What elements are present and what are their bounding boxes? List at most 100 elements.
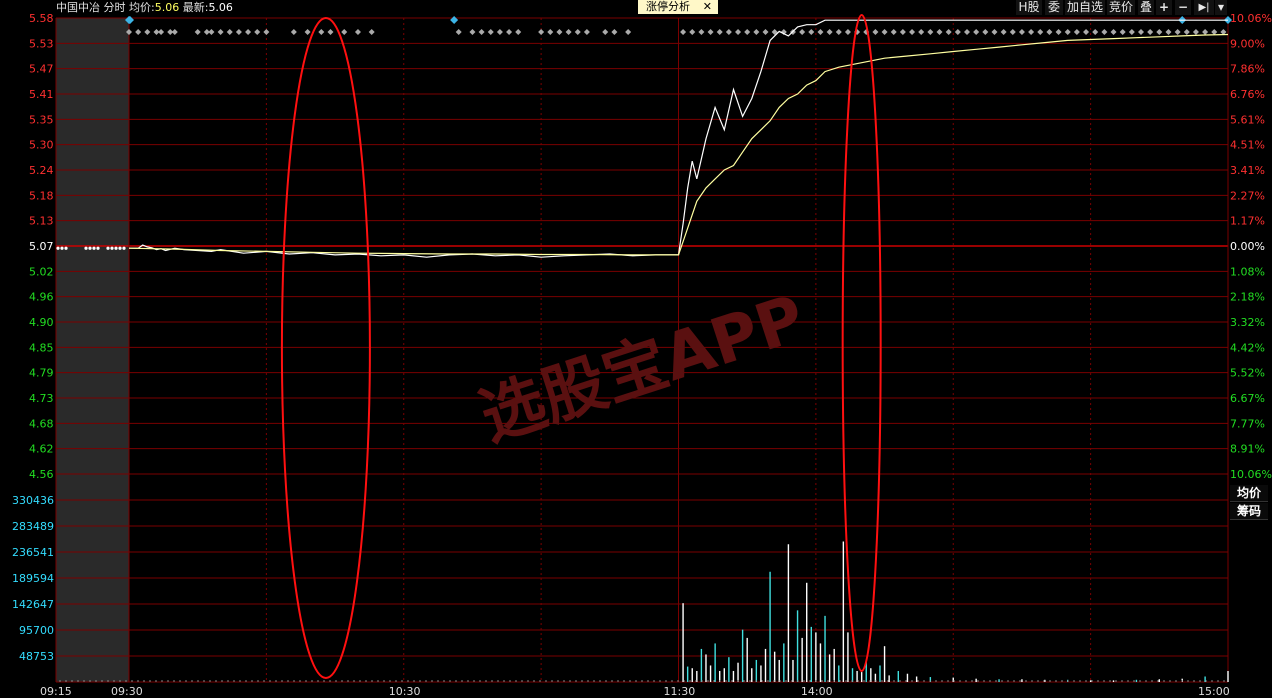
event-diamond (1101, 29, 1108, 35)
event-diamond (290, 29, 297, 35)
event-diamond (1073, 29, 1080, 35)
event-diamond (547, 29, 554, 35)
price-axis-label: 5.30 (29, 139, 54, 152)
event-diamond (1183, 29, 1190, 35)
auction-point (118, 246, 122, 250)
price-axis-label: 5.47 (29, 63, 54, 76)
event-diamond (1192, 29, 1199, 35)
price-axis-label: 4.96 (29, 291, 54, 304)
pct-axis-label: 7.77% (1230, 417, 1265, 430)
event-diamond (1211, 29, 1218, 35)
price-axis-label: 5.35 (29, 113, 54, 126)
event-diamond (341, 29, 348, 35)
event-diamond (762, 29, 769, 35)
price-axis-label: 5.58 (29, 12, 54, 25)
pct-axis-label: 6.67% (1230, 392, 1265, 405)
event-diamond (808, 29, 815, 35)
pct-axis-label: 4.42% (1230, 341, 1265, 354)
event-diamond (753, 29, 760, 35)
event-diamond (936, 29, 943, 35)
event-diamond (918, 29, 925, 35)
pct-axis-label: 6.76% (1230, 88, 1265, 101)
auction-point (56, 246, 60, 250)
price-axis-label: 5.13 (29, 215, 54, 228)
event-diamond (982, 29, 989, 35)
event-diamond (1064, 29, 1071, 35)
event-diamond (1028, 29, 1035, 35)
watermark-text: 选股宝APP (472, 282, 814, 456)
time-axis-label: 10:30 (389, 685, 421, 698)
pct-axis-label: 5.52% (1230, 367, 1265, 380)
pct-axis-label: 7.86% (1230, 63, 1265, 76)
volume-axis-label: 236541 (12, 546, 54, 559)
auction-point (106, 246, 110, 250)
event-diamond (135, 29, 142, 35)
event-diamond (226, 29, 233, 35)
event-diamond (844, 29, 851, 35)
event-diamond (1128, 29, 1135, 35)
volume-axis-label: 95700 (19, 624, 54, 637)
event-diamond (890, 29, 897, 35)
event-diamond (909, 29, 916, 35)
event-diamond (1000, 29, 1007, 35)
price-axis-label: 4.68 (29, 417, 54, 430)
event-diamond (835, 29, 842, 35)
event-diamond (872, 29, 879, 35)
event-diamond (318, 29, 325, 35)
event-diamond (611, 29, 618, 35)
event-diamond (469, 29, 476, 35)
pct-axis-label: 4.51% (1230, 139, 1265, 152)
event-diamond (1009, 29, 1016, 35)
event-diamond (368, 29, 375, 35)
price-axis-label: 5.41 (29, 88, 54, 101)
event-diamond (254, 29, 261, 35)
auction-point (114, 246, 118, 250)
volume-axis-label: 48753 (19, 650, 54, 663)
event-diamond (881, 29, 888, 35)
auction-point (60, 246, 64, 250)
event-diamond (1083, 29, 1090, 35)
event-diamond (354, 29, 361, 35)
chart-stage: 中国中冶 分时 均价:5.06 最新:5.06 涨停分析 ✕ H股 委 加自选 … (0, 0, 1272, 698)
event-diamond (602, 29, 609, 35)
chips-toggle[interactable]: 筹码 (1230, 503, 1268, 520)
auction-point (122, 246, 126, 250)
event-diamond (208, 29, 215, 35)
auction-point (64, 246, 68, 250)
pct-axis-label: 9.00% (1230, 37, 1265, 50)
pct-axis-label: 8.91% (1230, 443, 1265, 456)
event-diamond (217, 29, 224, 35)
event-diamond (799, 29, 806, 35)
event-diamond (478, 29, 485, 35)
event-diamond (1110, 29, 1117, 35)
price-axis-label: 5.53 (29, 37, 54, 50)
event-diamond (327, 29, 334, 35)
event-diamond (487, 29, 494, 35)
event-diamond (1046, 29, 1053, 35)
pct-axis-label: 3.32% (1230, 316, 1265, 329)
price-axis-label: 4.56 (29, 468, 54, 481)
event-diamond (1137, 29, 1144, 35)
event-diamond (556, 29, 563, 35)
annotation-ellipse (280, 17, 371, 679)
time-axis-label: 15:00 (1198, 685, 1230, 698)
volume-axis-label: 283489 (12, 520, 54, 533)
event-diamond (973, 29, 980, 35)
price-axis-label: 5.07 (29, 240, 54, 253)
event-diamond (583, 29, 590, 35)
event-diamond (1165, 29, 1172, 35)
event-diamond (1119, 29, 1126, 35)
event-diamond (1202, 29, 1209, 35)
avg-price-toggle[interactable]: 均价 (1230, 485, 1268, 502)
pct-axis-label: 3.41% (1230, 164, 1265, 177)
highlight-diamond (450, 16, 459, 24)
price-axis-label: 5.18 (29, 189, 54, 202)
event-diamond (1147, 29, 1154, 35)
event-diamond (725, 29, 732, 35)
event-diamond (304, 29, 311, 35)
pct-axis-label: 0.00% (1230, 240, 1265, 253)
price-axis-label: 5.24 (29, 164, 54, 177)
event-diamond (689, 29, 696, 35)
time-axis-label: 09:15 (40, 685, 72, 698)
event-diamond (455, 29, 462, 35)
